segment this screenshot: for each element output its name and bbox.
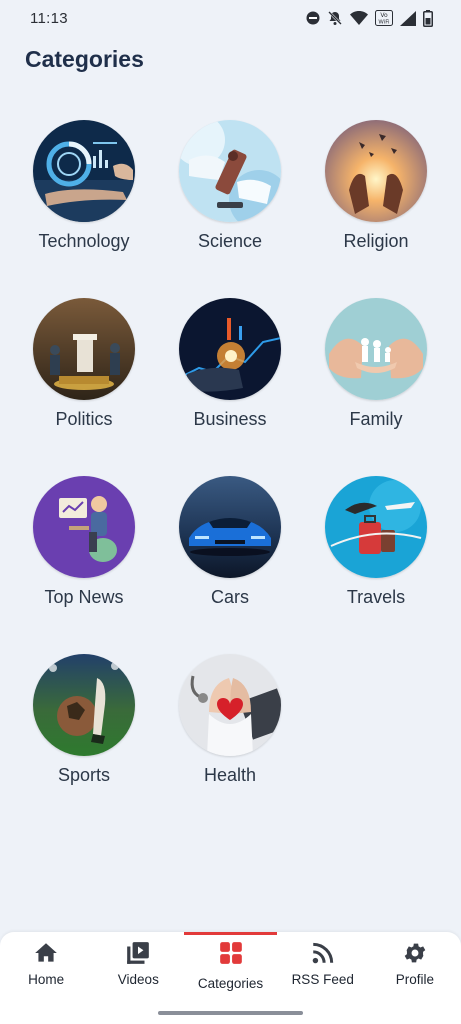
category-sports[interactable]: Sports: [11, 654, 157, 807]
bell-off-icon: [328, 11, 342, 25]
category-label: Top News: [44, 587, 124, 607]
videos-icon: [127, 942, 150, 964]
category-cars[interactable]: Cars: [157, 476, 303, 629]
nav-label: Home: [28, 972, 65, 987]
page-title: Categories: [25, 46, 144, 72]
category-label: Sports: [57, 765, 111, 785]
status-bar: 11:13 Vo WiFi: [0, 0, 461, 36]
category-label: Science: [197, 231, 263, 251]
category-health[interactable]: Health: [157, 654, 303, 807]
travels-image: [325, 476, 427, 578]
health-image: [179, 654, 281, 756]
nav-label: Profile: [395, 972, 435, 987]
category-label: Religion: [343, 231, 409, 251]
status-icons: Vo WiFi: [306, 9, 433, 27]
category-label: Family: [349, 409, 403, 429]
category-travels[interactable]: Travels: [303, 476, 449, 629]
signal-icon: [400, 10, 416, 26]
nav-label: Videos: [117, 972, 159, 987]
business-image: [179, 298, 281, 400]
sports-image: [33, 654, 135, 756]
category-family[interactable]: Family: [303, 298, 449, 451]
category-business[interactable]: Business: [157, 298, 303, 451]
category-technology[interactable]: Technology: [11, 120, 157, 273]
home-indicator[interactable]: [158, 1011, 303, 1015]
rss-icon: [312, 942, 333, 964]
family-image: [325, 298, 427, 400]
category-label: Travels: [346, 587, 406, 607]
category-label: Technology: [38, 231, 130, 251]
category-label: Business: [193, 409, 267, 429]
category-top-news[interactable]: Top News: [11, 476, 157, 629]
battery-icon: [423, 9, 433, 27]
nav-home[interactable]: Home: [0, 932, 92, 1024]
home-icon: [35, 943, 57, 962]
category-label: Politics: [55, 409, 113, 429]
svg-text:Vo: Vo: [380, 12, 388, 19]
status-time: 11:13: [30, 9, 68, 27]
nav-label: RSS Feed: [291, 972, 354, 987]
top-news-image: [33, 476, 135, 578]
nav-label: Categories: [197, 976, 264, 991]
politics-image: [33, 298, 135, 400]
technology-image: [33, 120, 135, 222]
category-politics[interactable]: Politics: [11, 298, 157, 451]
religion-image: [325, 120, 427, 222]
vowifi-icon: VoWiFi: [375, 10, 393, 26]
grid-icon: [219, 942, 242, 964]
science-image: [179, 120, 281, 222]
category-label: Health: [203, 765, 257, 785]
do-not-disturb-icon: [306, 11, 320, 25]
gear-icon: [404, 943, 426, 963]
cars-image: [179, 476, 281, 578]
category-science[interactable]: Science: [157, 120, 303, 273]
category-label: Cars: [210, 587, 249, 607]
nav-profile[interactable]: Profile: [369, 932, 461, 1024]
svg-text:WiFi: WiFi: [378, 20, 390, 26]
category-religion[interactable]: Religion: [303, 120, 449, 273]
category-grid: Technology Science Religion Politics Bus…: [11, 120, 450, 807]
wifi-icon: [350, 11, 368, 25]
